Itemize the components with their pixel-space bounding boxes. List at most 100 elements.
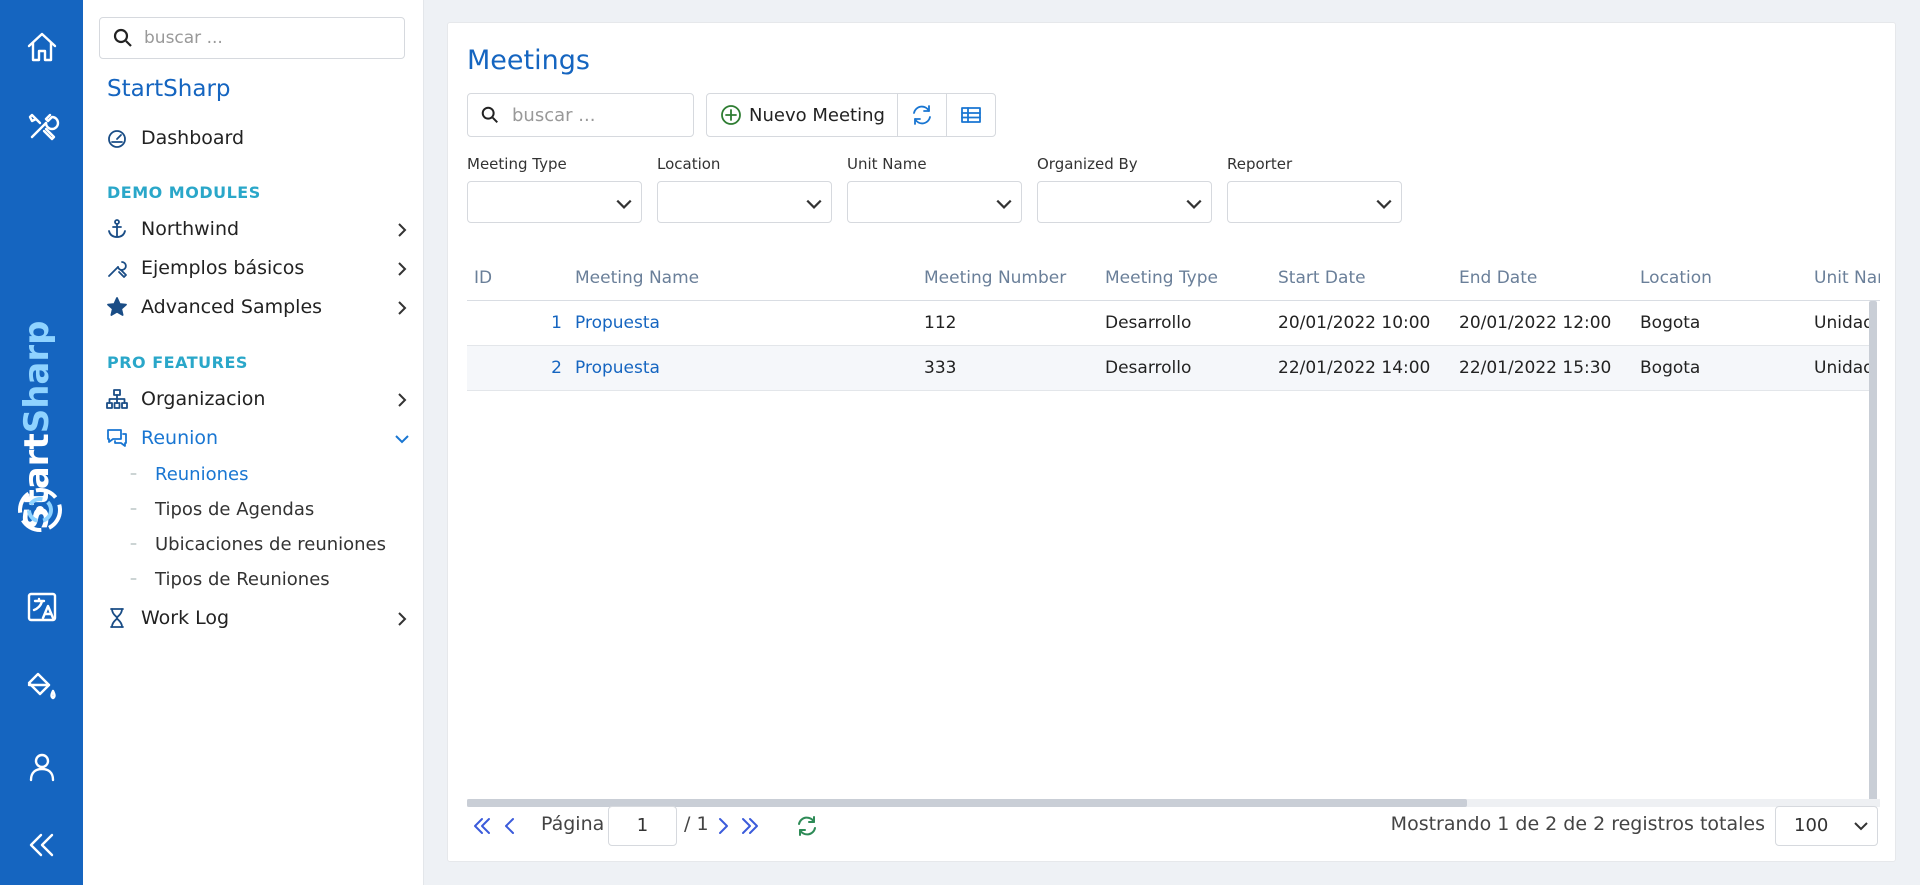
sidebar-item-northwind[interactable]: Northwind	[105, 212, 410, 246]
chevron-right-icon	[394, 391, 410, 407]
sidebar-item-reunion[interactable]: Reunion	[105, 421, 410, 455]
quick-filters: Meeting Type Location Unit Name Organize…	[467, 155, 1417, 223]
page-size-value: 100	[1794, 815, 1829, 836]
sidebar-item-label: Reunion	[141, 427, 219, 449]
sidebar-item-label: Dashboard	[141, 127, 245, 149]
filter-label: Meeting Type	[467, 155, 567, 173]
sidebar-item-advanced-samples[interactable]: Advanced Samples	[105, 290, 410, 324]
chevron-right-icon	[394, 610, 410, 626]
table-row[interactable]: 1 Propuesta 112 Desarrollo 20/01/2022 10…	[467, 301, 1874, 346]
cell-id[interactable]: 2	[537, 346, 562, 391]
cell-meeting-name-link[interactable]: Propuesta	[575, 301, 660, 346]
sidebar-item-label: Ejemplos básicos	[141, 257, 305, 279]
column-header-start-date[interactable]: Start Date	[1278, 255, 1366, 301]
cell-unit-name: Unidad	[1814, 358, 1874, 378]
column-header-meeting-name[interactable]: Meeting Name	[575, 255, 699, 301]
cell-location: Bogota	[1640, 313, 1701, 333]
paint-bucket-icon[interactable]	[0, 657, 83, 717]
sidebar-subitem-tipos-reuniones[interactable]: – Tipos de Reuniones	[130, 564, 330, 594]
icon-rail: StartSharp	[0, 0, 83, 885]
filter-organized-by-select[interactable]	[1037, 181, 1212, 223]
page-size-select[interactable]: 100	[1775, 806, 1878, 846]
cell-meeting-number: 112	[924, 313, 957, 333]
data-grid: ID Meeting Name Meeting Number Meeting T…	[467, 255, 1880, 807]
column-header-meeting-type[interactable]: Meeting Type	[1105, 255, 1218, 301]
section-pro-features: PRO FEATURES	[107, 353, 248, 372]
cell-meeting-number: 333	[924, 358, 957, 378]
last-page-icon[interactable]	[737, 813, 763, 839]
sidebar-item-label: Northwind	[141, 218, 240, 240]
sidebar-search-placeholder: buscar ...	[144, 28, 223, 48]
sidebar-item-work-log[interactable]: Work Log	[105, 601, 410, 635]
next-page-icon[interactable]	[710, 813, 736, 839]
sidebar-subitem-label: Tipos de Agendas	[155, 498, 315, 520]
sidebar-item-organizacion[interactable]: Organizacion	[105, 382, 410, 416]
filter-unit-name: Unit Name	[847, 155, 1022, 223]
new-meeting-button[interactable]: Nuevo Meeting	[707, 94, 898, 136]
vertical-scrollbar[interactable]	[1869, 301, 1877, 801]
cell-start-date: 20/01/2022 10:00	[1278, 313, 1431, 333]
sidebar-subitem-tipos-agendas[interactable]: – Tipos de Agendas	[130, 494, 314, 524]
filter-label: Reporter	[1227, 155, 1293, 173]
filter-meeting-type-select[interactable]	[467, 181, 642, 223]
grid-header: ID Meeting Name Meeting Number Meeting T…	[467, 255, 1880, 301]
page-total: / 1	[684, 813, 709, 835]
toolbar-button-group: Nuevo Meeting	[706, 93, 996, 137]
first-page-icon[interactable]	[469, 813, 495, 839]
filter-location-select[interactable]	[657, 181, 832, 223]
filter-reporter-select[interactable]	[1227, 181, 1402, 223]
chevron-down-icon	[1854, 822, 1868, 831]
grid-search-input[interactable]: buscar ...	[467, 93, 694, 137]
cell-id[interactable]: 1	[537, 301, 562, 346]
page-label: Página	[541, 813, 605, 835]
sidebar-item-dashboard[interactable]: Dashboard	[105, 121, 410, 155]
column-header-meeting-number[interactable]: Meeting Number	[924, 255, 1066, 301]
column-picker-button[interactable]	[947, 94, 995, 136]
sidebar-item-ejemplos[interactable]: Ejemplos básicos	[105, 251, 410, 285]
sidebar-title[interactable]: StartSharp	[107, 76, 231, 102]
column-header-location[interactable]: Location	[1640, 255, 1712, 301]
cell-unit-name: Unidad	[1814, 313, 1874, 333]
record-count-status: Mostrando 1 de 2 de 2 registros totales	[1390, 813, 1765, 835]
chevron-down-icon	[1186, 199, 1202, 209]
cell-meeting-type: Desarrollo	[1105, 358, 1192, 378]
main-panel: Meetings buscar ... Nuevo Meeting Meetin…	[447, 22, 1896, 862]
chevron-down-icon	[1376, 199, 1392, 209]
sidebar-item-label: Advanced Samples	[141, 296, 323, 318]
user-icon[interactable]	[0, 737, 83, 797]
chevron-right-icon	[394, 299, 410, 315]
column-header-end-date[interactable]: End Date	[1459, 255, 1537, 301]
sidebar-subitem-label: Tipos de Reuniones	[155, 568, 330, 590]
sidebar: buscar ... StartSharp Dashboard DEMO MOD…	[83, 0, 424, 885]
chat-icon	[105, 426, 129, 450]
translate-icon[interactable]	[0, 577, 83, 637]
filter-meeting-type: Meeting Type	[467, 155, 642, 223]
tools-icon[interactable]	[0, 97, 83, 157]
cell-meeting-name-link[interactable]: Propuesta	[575, 346, 660, 391]
filter-unit-name-select[interactable]	[847, 181, 1022, 223]
refresh-button[interactable]	[898, 94, 947, 136]
prev-page-icon[interactable]	[497, 813, 523, 839]
page-number-input[interactable]: 1	[608, 806, 677, 846]
table-row[interactable]: 2 Propuesta 333 Desarrollo 22/01/2022 14…	[467, 346, 1874, 391]
anchor-icon	[105, 217, 129, 241]
plus-circle-icon	[721, 105, 741, 125]
sidebar-subitem-reuniones[interactable]: – Reuniones	[130, 459, 248, 489]
cell-start-date: 22/01/2022 14:00	[1278, 358, 1431, 378]
chevron-down-icon	[996, 199, 1012, 209]
filter-label: Location	[657, 155, 721, 173]
reload-icon[interactable]	[794, 813, 820, 839]
chevron-right-icon	[394, 221, 410, 237]
search-icon	[481, 106, 498, 123]
column-header-unit-name[interactable]: Unit Nar	[1814, 255, 1880, 301]
sidebar-search-input[interactable]: buscar ...	[99, 17, 405, 59]
sidebar-subitem-label: Reuniones	[155, 463, 249, 485]
sidebar-subitem-ubicaciones[interactable]: – Ubicaciones de reuniones	[130, 529, 386, 559]
brand-swirl-icon	[18, 488, 62, 532]
pager: Página 1 / 1 Mostrando 1 de 2 de 2 regis…	[467, 803, 1880, 849]
home-icon[interactable]	[0, 17, 83, 77]
toolbar: buscar ... Nuevo Meeting	[467, 93, 996, 137]
collapse-icon[interactable]	[0, 815, 83, 875]
column-header-id[interactable]: ID	[474, 255, 492, 301]
chevron-down-icon	[616, 199, 632, 209]
